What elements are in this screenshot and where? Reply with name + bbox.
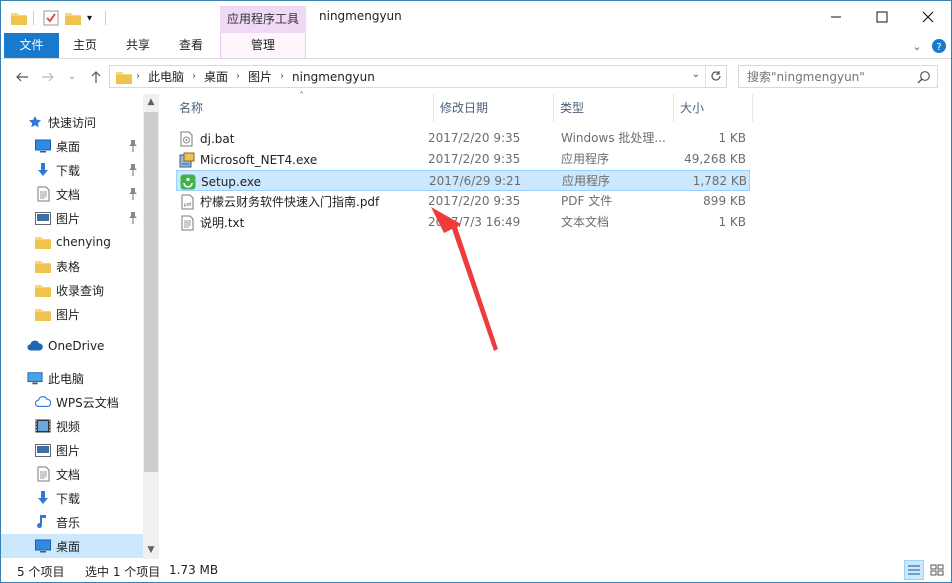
details-view-button[interactable]	[904, 560, 924, 580]
details-view-icon	[908, 565, 920, 575]
file-explorer-window: ▾ 应用程序工具 ningmengyun 文件 主页 共享 查看 管理 ⌄ ?	[0, 0, 952, 583]
red-annotation-arrow	[431, 207, 498, 351]
selected-count: 选中 1 个项目	[85, 565, 161, 579]
large-icons-view-button[interactable]	[927, 560, 947, 580]
status-bar: 5 个项目 选中 1 个项目 1.73 MB	[1, 559, 951, 582]
item-count: 5 个项目	[17, 565, 65, 579]
large-icons-view-icon	[930, 564, 944, 576]
selected-size: 1.73 MB	[169, 563, 219, 577]
